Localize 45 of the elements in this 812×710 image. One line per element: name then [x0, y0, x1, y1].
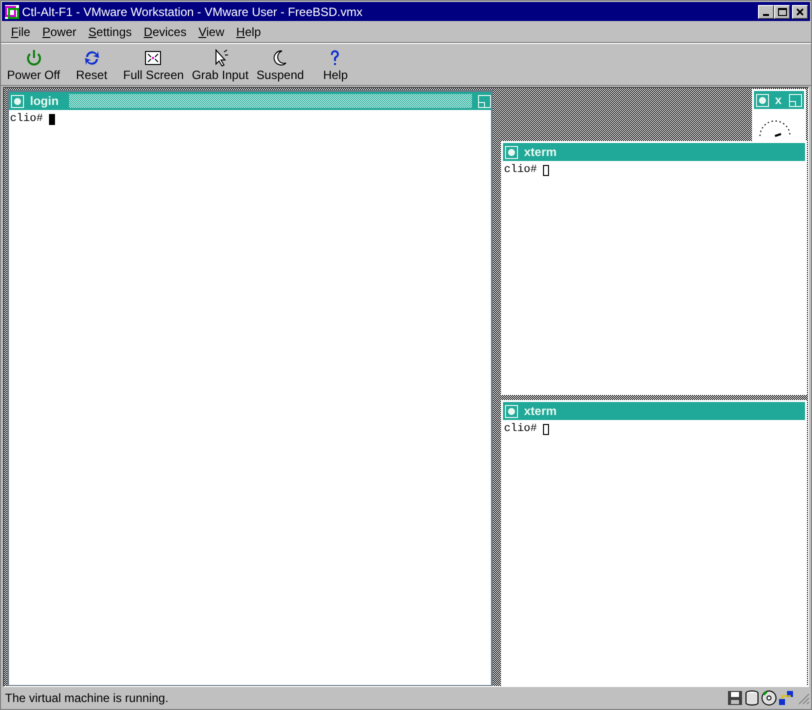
window-title: x: [775, 93, 783, 107]
close-button[interactable]: [792, 4, 808, 18]
minimize-button[interactable]: [758, 4, 774, 18]
window-title: xterm: [524, 145, 558, 159]
menu-item[interactable]: File: [5, 25, 36, 39]
iconify-icon: [789, 94, 802, 107]
menu-item[interactable]: Help: [230, 25, 267, 39]
prompt-text: clio#: [504, 164, 538, 176]
toolbar-button[interactable]: Suspend: [252, 48, 308, 82]
cd-icon: [761, 690, 777, 706]
menu-item[interactable]: View: [192, 25, 230, 39]
maximize-button[interactable]: [774, 4, 790, 18]
prompt-text: clio#: [504, 423, 538, 435]
toolbar-button[interactable]: Power Off: [3, 48, 64, 82]
moon-icon: [271, 48, 290, 66]
window-menu-icon: [756, 94, 769, 106]
fullscreen-icon: [144, 48, 162, 66]
window-menu-icon: [505, 146, 518, 158]
vm-screen[interactable]: login clio# x xterm clio# xterm clio#: [3, 87, 809, 687]
iconify-icon: [478, 94, 491, 108]
floppy-icon: [727, 690, 743, 706]
minimize-icon: [763, 14, 769, 16]
window-title: Ctl-Alt-F1 - VMware Workstation - VMware User - FreeBSD.vmx: [22, 4, 364, 18]
maximize-icon: [778, 8, 786, 16]
power-icon: [24, 48, 43, 66]
menu-item[interactable]: Devices: [138, 25, 192, 39]
menu-item[interactable]: Power: [36, 25, 82, 39]
app-icon: [4, 4, 20, 20]
window-title: xterm: [524, 404, 558, 418]
window-menu-icon: [11, 94, 24, 108]
terminal-area[interactable]: clio#: [503, 420, 805, 686]
refresh-icon: [82, 48, 101, 66]
toolbar-button[interactable]: Grab Input: [188, 48, 253, 82]
terminal-area[interactable]: clio#: [9, 110, 491, 685]
toolbar-button[interactable]: Help: [308, 48, 363, 82]
prompt-text: clio#: [10, 113, 44, 125]
close-icon: [796, 8, 804, 16]
status-text: The virtual machine is running.: [5, 691, 170, 705]
menu-item[interactable]: Settings: [82, 25, 138, 39]
network-icon: [778, 690, 794, 706]
window-title: login: [30, 94, 60, 108]
window-menu-icon: [505, 404, 518, 418]
toolbar-button[interactable]: Full Screen: [119, 48, 188, 82]
toolbar-button[interactable]: Reset: [64, 48, 120, 82]
terminal-area[interactable]: clio#: [503, 161, 805, 393]
